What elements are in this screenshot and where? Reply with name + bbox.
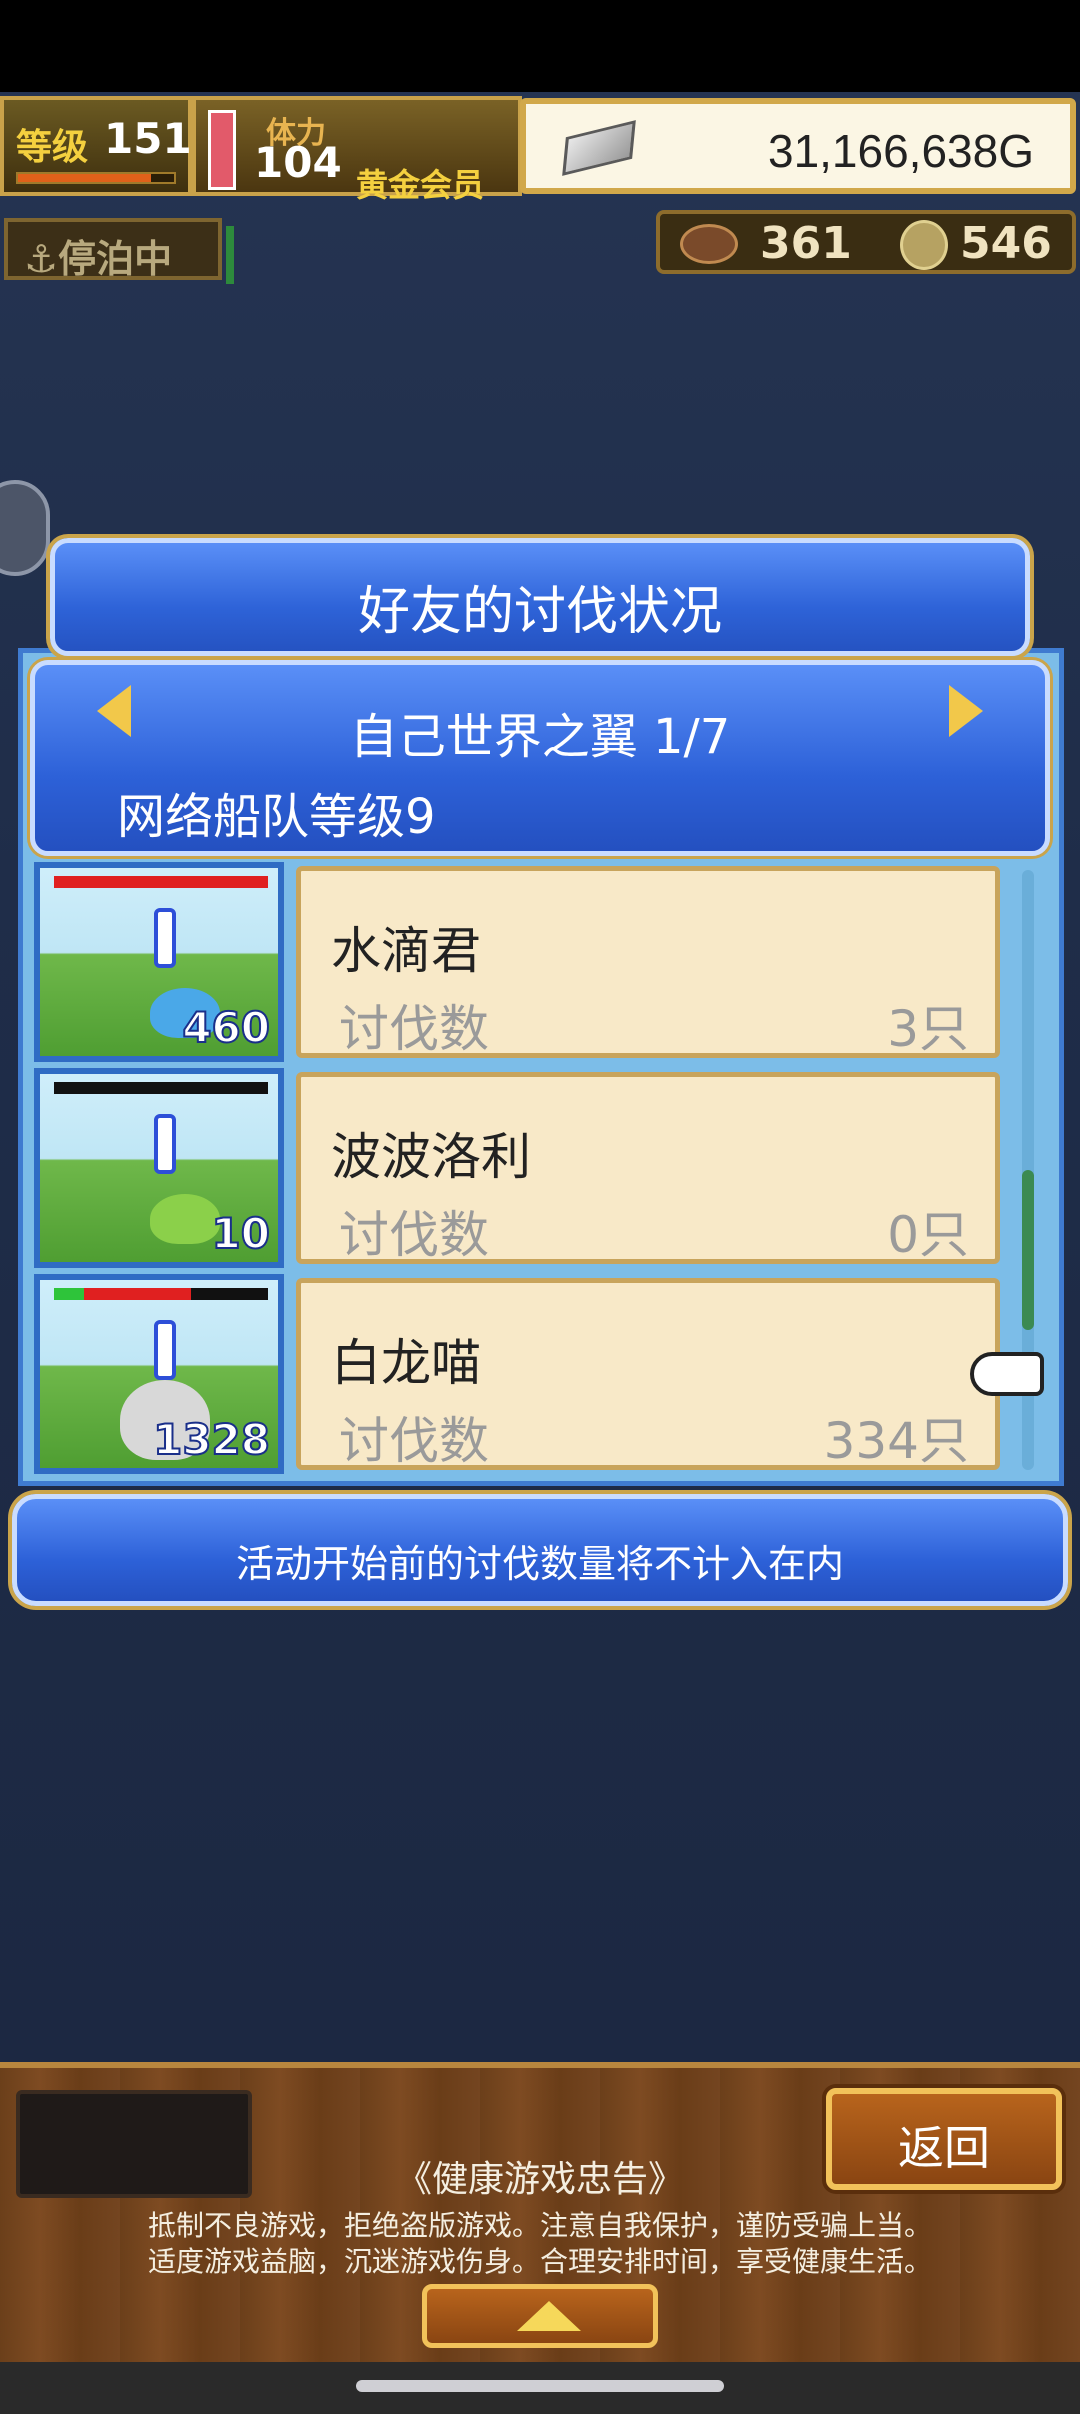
scrollbar-thumb[interactable] <box>1022 1170 1034 1330</box>
gold-display[interactable]: 31,166,638G <box>520 98 1076 194</box>
friend-row[interactable]: 10 波波洛利 讨伐数 0只 <box>34 1068 1004 1268</box>
alert-icon <box>154 1320 176 1380</box>
kill-count-label: 讨伐数 <box>339 1206 489 1264</box>
level-label: 等级 <box>16 127 89 168</box>
resources-display: 361 546 <box>656 210 1076 274</box>
monster-thumbnail: 1328 <box>34 1274 284 1474</box>
notice-banner: 活动开始前的讨伐数量将不计入在内 <box>12 1494 1068 1606</box>
dock-indicator <box>226 226 234 284</box>
meat-icon <box>680 224 738 264</box>
coin-icon <box>900 220 948 270</box>
friend-card[interactable]: 白龙喵 讨伐数 334只 <box>296 1278 1000 1470</box>
friend-row[interactable]: 460 水滴君 讨伐数 3只 <box>34 862 1004 1062</box>
monster-count: 1328 <box>152 1414 271 1465</box>
alert-icon <box>154 1114 176 1174</box>
friend-name: 波波洛利 <box>331 1128 531 1186</box>
monster-count: 10 <box>211 1208 271 1259</box>
level-display: 等级 151 <box>0 96 192 196</box>
notice-text: 活动开始前的讨伐数量将不计入在内 <box>235 1542 844 1586</box>
friend-card[interactable]: 水滴君 讨伐数 3只 <box>296 866 1000 1058</box>
gold-value: 31,166,638G <box>767 125 1034 177</box>
status-bar <box>0 0 1080 92</box>
exp-bar <box>16 172 176 184</box>
anchor-icon: ⚓ <box>24 237 59 281</box>
kill-count-label: 讨伐数 <box>339 1412 489 1470</box>
silver-ingot-icon <box>562 120 636 176</box>
stamina-value: 104 <box>254 138 342 187</box>
friend-card[interactable]: 波波洛利 讨伐数 0只 <box>296 1072 1000 1264</box>
monster-thumbnail: 460 <box>34 862 284 1062</box>
health-notice-title: 《健康游戏忠告》 <box>395 2159 684 2200</box>
panel-title: 好友的讨伐状况 <box>357 582 722 642</box>
resource2-value: 546 <box>960 218 1052 269</box>
slime-monster-icon <box>150 1194 220 1244</box>
membership-badge: 黄金会员 <box>356 166 485 204</box>
world-name: 自己世界之翼 1/7 <box>349 709 731 765</box>
hp-bar <box>54 1288 268 1300</box>
side-float-button[interactable] <box>0 480 50 576</box>
kill-count-label: 讨伐数 <box>339 1000 489 1058</box>
stamina-gauge <box>208 110 236 190</box>
level-value: 151 <box>104 114 192 163</box>
monster-thumbnail: 10 <box>34 1068 284 1268</box>
hp-bar <box>54 1082 268 1094</box>
stamina-display: 体力 104 黄金会员 <box>192 96 522 204</box>
title-banner: 好友的讨伐状况 <box>50 538 1030 656</box>
health-notice-line2: 适度游戏益脑，沉迷游戏伤身。合理安排时间，享受健康生活。 <box>147 2245 932 2278</box>
friend-name: 白龙喵 <box>331 1334 481 1392</box>
friend-row[interactable]: 1328 白龙喵 讨伐数 334只 <box>34 1274 1004 1474</box>
hp-bar <box>54 876 268 888</box>
kill-count: 0只 <box>887 1206 969 1264</box>
dock-status[interactable]: ⚓停泊中 <box>4 218 234 284</box>
kill-count: 334只 <box>823 1412 969 1470</box>
world-banner: 自己世界之翼 1/7 网络船队等级9 <box>30 660 1050 856</box>
resource1-value: 361 <box>760 218 852 269</box>
pointing-hand-icon <box>970 1352 1044 1396</box>
arrow-right-icon[interactable] <box>949 685 983 737</box>
monster-count: 460 <box>181 1002 271 1053</box>
up-arrow-icon <box>517 2301 581 2331</box>
health-notice-line1: 抵制不良游戏，拒绝盗版游戏。注意自我保护，谨防受骗上当。 <box>147 2209 932 2242</box>
friend-name: 水滴君 <box>331 922 481 980</box>
alert-icon <box>154 908 176 968</box>
kill-count: 3只 <box>887 1000 969 1058</box>
home-indicator[interactable] <box>356 2380 724 2392</box>
dock-status-label: ⚓停泊中 <box>24 237 173 281</box>
fleet-level: 网络船队等级9 <box>117 789 436 845</box>
expand-menu-button[interactable] <box>422 2284 658 2348</box>
